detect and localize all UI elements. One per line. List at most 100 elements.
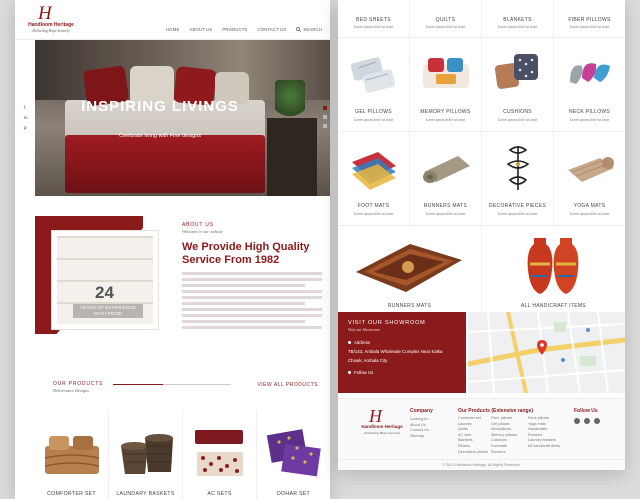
catalog-card[interactable]: YOGA MATS Lorem ipsum dolor sit amet — [553, 132, 625, 225]
decorative-piece-image — [506, 146, 530, 190]
product-card[interactable]: DOHAR SET — [256, 410, 330, 499]
footer-follow: Follow Us — [574, 408, 600, 424]
showroom-map[interactable] — [468, 312, 625, 393]
footer-link[interactable]: Runners — [491, 450, 517, 456]
cushions-image — [494, 54, 538, 89]
catalog-card[interactable]: CUSHIONS Lorem ipsum dolor sit amet — [481, 38, 553, 131]
showroom-script: Visit our Showroom — [348, 327, 380, 332]
catalog-card[interactable]: GEL PILLOWS Lorem ipsum dolor sit amet — [338, 38, 409, 131]
catalog-title: YOGA MATS — [573, 203, 606, 209]
about-heading-line2: Service From 1982 — [182, 254, 280, 266]
address-line2: Chowk, Ambala City — [348, 358, 388, 363]
catalog-title: NECK PILLOWS — [568, 109, 611, 115]
copyright: © 2021 Handloom Heritage. All Rights Res… — [338, 459, 625, 467]
catalog-card[interactable]: NECK PILLOWS Lorem ipsum dolor sit amet — [553, 38, 625, 131]
yoga-mat-image — [568, 157, 614, 182]
products-heading: OUR PRODUCTS Deliverance Designs VIEW AL… — [53, 381, 318, 393]
linkedin-icon[interactable]: in — [24, 115, 28, 120]
dohar-set-image — [266, 429, 321, 477]
instagram-icon[interactable] — [594, 418, 600, 424]
gel-pillow-image — [350, 57, 396, 93]
catalog-script: Lorem ipsum dolor sit amet — [425, 25, 466, 29]
product-card[interactable]: COMFORTER SET — [35, 410, 108, 499]
catalog-card[interactable]: DECORATIVE PIECES Lorem ipsum dolor sit … — [481, 132, 553, 225]
view-all-products-link[interactable]: VIEW ALL PRODUCTS — [257, 382, 318, 388]
years-number: 24 — [95, 283, 114, 302]
catalog-title: FOOT MATS — [357, 203, 390, 209]
catalog-card[interactable]: RUNNERS MATS Lorem ipsum dolor sit amet — [409, 132, 481, 225]
laundry-basket-image — [121, 434, 173, 474]
logo-name: Handloom Heritage — [28, 22, 74, 28]
footer-logo[interactable]: H Handloom Heritage Delivering Hope Secu… — [354, 407, 410, 443]
product-title: DOHAR SET — [277, 491, 310, 497]
slider-dot[interactable] — [323, 124, 327, 128]
handicraft-vase-image — [527, 238, 579, 294]
foot-mat-image — [352, 152, 396, 190]
catalog-card[interactable]: BED SHEETS Lorem ipsum dolor sit amet — [338, 0, 409, 37]
product-title: COMFORTER SET — [47, 491, 96, 497]
nav-products[interactable]: PRODUCTS — [222, 27, 247, 32]
hero-nightstand — [267, 118, 317, 196]
product-card[interactable]: LAUNDARY BASKETS — [108, 410, 182, 499]
logo-monogram: H — [38, 3, 52, 24]
catalog-script: Lorem ipsum dolor sit amet — [497, 25, 538, 29]
address-line1: TB/143, Ambala Wholesale Complex Near Ka… — [348, 349, 443, 354]
ac-set-image — [195, 430, 243, 476]
search-label: SEARCH — [303, 27, 322, 32]
catalog-title: MEMORY PILLOWS — [420, 109, 471, 115]
product-card[interactable]: AC SETS — [182, 410, 256, 499]
location-icon — [348, 341, 351, 345]
footer-company-title: Company — [410, 408, 433, 414]
brand-logo[interactable]: H Handloom Heritage Delivering Hope Secu… — [21, 4, 81, 36]
catalog-script: Lorem ipsum dolor sit amet — [353, 118, 394, 122]
slider-dot-active[interactable] — [323, 106, 327, 110]
catalog-title: GEL PILLOWS — [355, 109, 392, 115]
catalog-card[interactable]: FOOT MATS Lorem ipsum dolor sit amet — [338, 132, 409, 225]
nav-search[interactable]: SEARCH — [296, 27, 322, 32]
footer-link[interactable]: Sitemap — [410, 434, 433, 440]
catalog-script: Lorem ipsum dolor sit amet — [425, 118, 466, 122]
products-script: Deliverance Designs — [53, 388, 89, 393]
facebook-icon[interactable]: f — [24, 105, 28, 110]
about-script: Welcome to our website — [182, 229, 223, 234]
footer-logo-monogram: H — [369, 406, 382, 426]
map-image — [468, 312, 625, 393]
catalog-card[interactable]: QUILTS Lorem ipsum dolor sit amet — [409, 0, 481, 37]
about-heading-line1: We Provide High Quality — [182, 241, 310, 253]
catalog-script: Lorem ipsum dolor sit amet — [569, 118, 610, 122]
footer-products-col3: Neck pillows Yoga mats Handicrafts Runne… — [528, 416, 560, 450]
footer-logo-name: Handloom Heritage — [361, 424, 403, 429]
social-links: f in p — [24, 105, 28, 130]
follow-title: Follow Us — [574, 408, 598, 414]
site-header: H Handloom Heritage Delivering Hope Secu… — [15, 0, 330, 40]
site-footer: H Handloom Heritage Delivering Hope Secu… — [338, 398, 625, 470]
catalog-card[interactable]: BLANKETS Lorem ipsum dolor sit amet — [481, 0, 553, 37]
catalog-card[interactable]: RUNNERS MATS Lorem ipsum dolor sit amet — [338, 226, 481, 325]
memory-pillow-image — [423, 58, 469, 88]
nav-contact[interactable]: CONTACT US — [258, 27, 287, 32]
showroom-title: VISIT OUR SHOWROOM — [348, 320, 426, 326]
twitter-icon[interactable] — [584, 418, 590, 424]
about-section: 01 ABOUT US Welcome to our website We Pr… — [182, 218, 322, 332]
catalog-title: QUILTS — [435, 17, 456, 23]
footer-link[interactable]: Looking to... — [410, 417, 433, 423]
catalog-script: Lorem ipsum dolor sit amet — [353, 25, 394, 29]
catalog-title: RUNNERS MATS — [423, 203, 468, 209]
footer-link[interactable]: All handicraft items — [528, 444, 560, 450]
divider — [163, 384, 231, 385]
nav-home[interactable]: HOME — [166, 27, 179, 32]
follow-label-text: Follow Us — [354, 370, 374, 375]
catalog-row: GEL PILLOWS Lorem ipsum dolor sit amet M… — [338, 38, 625, 132]
slider-dot[interactable] — [323, 115, 327, 119]
nav-about[interactable]: ABOUT US — [189, 27, 212, 32]
catalog-card[interactable]: FIBER PILLOWS Lorem ipsum dolor sit amet — [553, 0, 625, 37]
pinterest-icon[interactable]: p — [24, 125, 28, 130]
catalog-card[interactable]: MEMORY PILLOWS Lorem ipsum dolor sit ame… — [409, 38, 481, 131]
catalog-row: BED SHEETS Lorem ipsum dolor sit amet QU… — [338, 0, 625, 38]
catalog-card[interactable]: ALL HANDICRAFT ITEMS Lorem ipsum dolor s… — [481, 226, 625, 325]
runner-rug-image — [356, 244, 462, 292]
facebook-icon[interactable] — [574, 418, 580, 424]
logo-tagline: Delivering Hope Securely — [32, 29, 70, 33]
footer-link[interactable]: Decorative pieces — [458, 450, 488, 456]
catalog-script: Lorem ipsum dolor sit amet — [497, 212, 538, 216]
